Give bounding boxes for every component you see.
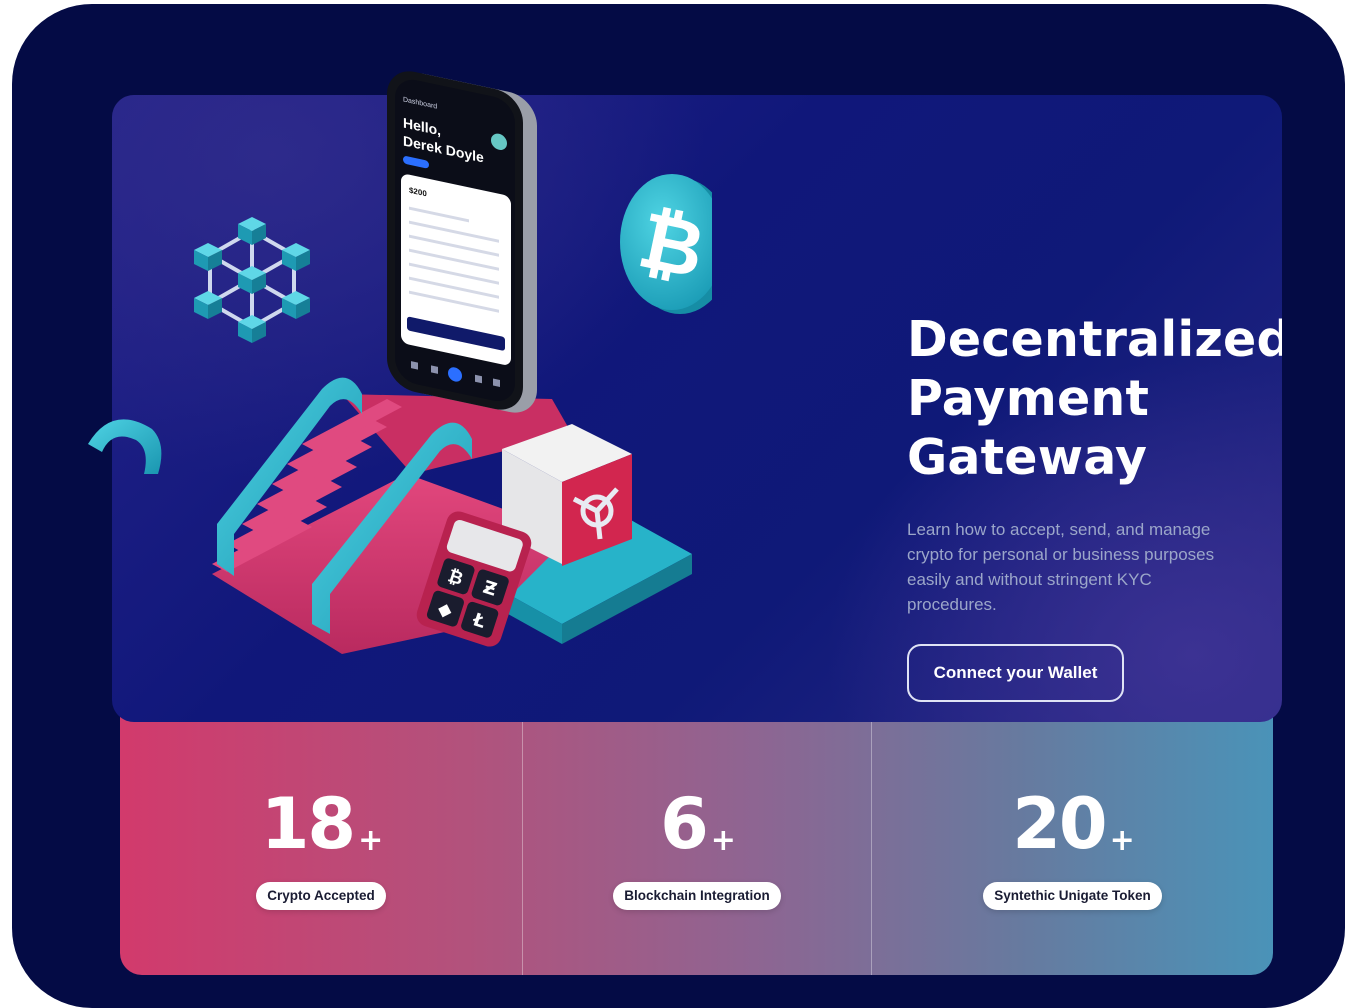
stat-crypto-accepted: 18 + Crypto Accepted xyxy=(120,700,522,975)
stat-value: 18 + xyxy=(260,783,384,865)
arc-shape-icon xyxy=(88,419,162,474)
page-frame: 18 + Crypto Accepted 6 + Blockchain Integr… xyxy=(12,4,1345,1008)
smartphone: Dashboard Hello, Derek Doyle $200 xyxy=(387,71,537,413)
stats-bar: 18 + Crypto Accepted 6 + Blockchain Integr… xyxy=(120,700,1273,975)
stat-value: 20 + xyxy=(1012,783,1135,865)
crypto-illustration: ₿ ₿ Ƶ ◆ Ł Dashboard Hello, Derek Doyle $… xyxy=(88,71,712,654)
stat-plus: + xyxy=(710,823,736,858)
connect-wallet-button[interactable]: Connect your Wallet xyxy=(907,644,1124,702)
bitcoin-coin-icon: ₿ xyxy=(620,174,712,314)
stat-label-pill: Crypto Accepted xyxy=(256,882,386,910)
hero-text-block: Decentralized Payment Gateway Learn how … xyxy=(907,310,1282,702)
stat-plus: + xyxy=(358,823,383,858)
hero-description: Learn how to accept, send, and manage cr… xyxy=(907,520,1215,614)
hero-title: Decentralized Payment Gateway xyxy=(907,311,1282,486)
stat-label-pill: Syntethic Unigate Token xyxy=(983,882,1162,910)
stat-blockchain-integration: 6 + Blockchain Integration xyxy=(522,700,871,975)
stat-number: 18 xyxy=(260,783,356,865)
stat-value: 6 + xyxy=(660,783,736,865)
stat-number: 20 xyxy=(1012,783,1107,865)
blockchain-cube-icon xyxy=(194,217,310,343)
stat-unigate-token: 20 + Syntethic Unigate Token xyxy=(871,700,1273,975)
stat-plus: + xyxy=(1109,823,1135,858)
stat-label-pill: Blockchain Integration xyxy=(613,882,781,910)
stat-number: 6 xyxy=(660,783,709,865)
